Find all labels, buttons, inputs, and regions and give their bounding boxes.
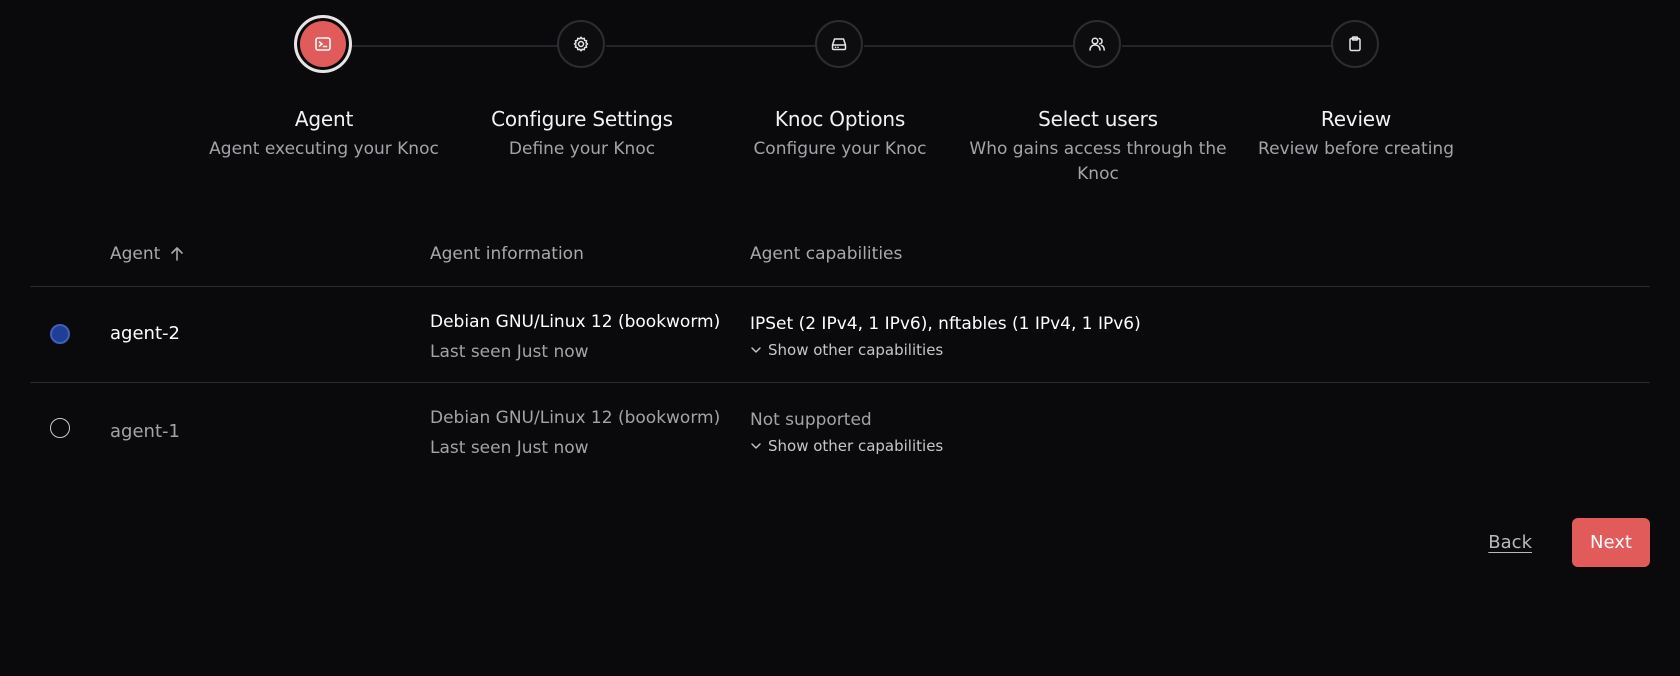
sort-ascending-icon (171, 247, 184, 261)
users-icon (1089, 37, 1105, 51)
agent-capabilities: Not supported Show other capabilities (750, 405, 943, 455)
wizard-footer: Back Next (1488, 518, 1650, 567)
step-knoc-options-circle (815, 20, 863, 68)
step-title: Configure Settings (491, 107, 673, 131)
step-title: Select users (1038, 107, 1158, 131)
chevron-down-icon (751, 443, 761, 449)
column-header-agent-label: Agent (110, 244, 161, 264)
step-subtitle: Review before creating (1258, 139, 1454, 159)
agents-table: Agent Agent information Agent capabiliti… (30, 232, 1650, 478)
step-subtitle: Define your Knoc (508, 139, 656, 159)
step-agent-circle (294, 15, 352, 73)
stepper: Agent Agent executing your Knoc Configur… (0, 0, 1680, 200)
step-review-circle (1331, 20, 1379, 68)
terminal-icon (315, 37, 331, 51)
agent-name: agent-2 (110, 323, 180, 344)
show-capabilities-label: Show other capabilities (768, 437, 944, 455)
step-subtitle: Configure your Knoc (753, 139, 927, 159)
table-header: Agent Agent information Agent capabiliti… (30, 232, 1650, 287)
agent-radio[interactable] (50, 324, 70, 344)
agent-capabilities: IPSet (2 IPv4, 1 IPv6), nftables (1 IPv4… (750, 309, 1141, 359)
agent-last-seen: Last seen Just now (430, 342, 589, 362)
agent-name: agent-1 (110, 421, 180, 442)
step-connector (606, 45, 816, 47)
step-connector (1122, 45, 1332, 47)
agent-last-seen: Last seen Just now (430, 438, 589, 458)
column-header-agent[interactable]: Agent (110, 244, 184, 264)
back-link[interactable]: Back (1488, 532, 1532, 553)
step-title: Agent (294, 107, 354, 131)
clipboard-icon (1349, 36, 1361, 52)
show-capabilities-toggle[interactable]: Show other capabilities (750, 341, 1141, 359)
step-configure-settings-circle (557, 20, 605, 68)
agent-info: Debian GNU/Linux 12 (bookworm) Last seen… (430, 403, 720, 463)
agent-os: Debian GNU/Linux 12 (bookworm) (430, 408, 721, 428)
gear-icon (573, 36, 589, 52)
step-title: Review (1320, 107, 1392, 131)
step-title: Knoc Options (774, 107, 906, 131)
show-capabilities-label: Show other capabilities (768, 341, 944, 359)
table-row[interactable]: agent-1 Debian GNU/Linux 12 (bookworm) L… (30, 383, 1650, 478)
chevron-down-icon (751, 347, 761, 353)
step-subtitle: Agent executing your Knoc (209, 139, 439, 159)
next-button[interactable]: Next (1572, 518, 1650, 567)
agent-os: Debian GNU/Linux 12 (bookworm) (430, 312, 721, 332)
agent-radio[interactable] (50, 418, 70, 438)
step-subtitle: Who gains access through the Knoc (969, 139, 1227, 184)
show-capabilities-toggle[interactable]: Show other capabilities (750, 437, 943, 455)
step-connector (864, 45, 1074, 47)
capabilities-summary: Not supported (750, 410, 872, 430)
column-header-info: Agent information (430, 244, 584, 264)
column-header-capabilities: Agent capabilities (750, 244, 903, 264)
capabilities-summary: IPSet (2 IPv4, 1 IPv6), nftables (1 IPv4… (750, 314, 1141, 334)
step-connector (330, 45, 574, 47)
table-row[interactable]: agent-2 Debian GNU/Linux 12 (bookworm) L… (30, 287, 1650, 383)
agent-info: Debian GNU/Linux 12 (bookworm) Last seen… (430, 307, 720, 367)
step-select-users-circle (1073, 20, 1121, 68)
hard-drive-icon (831, 38, 847, 51)
